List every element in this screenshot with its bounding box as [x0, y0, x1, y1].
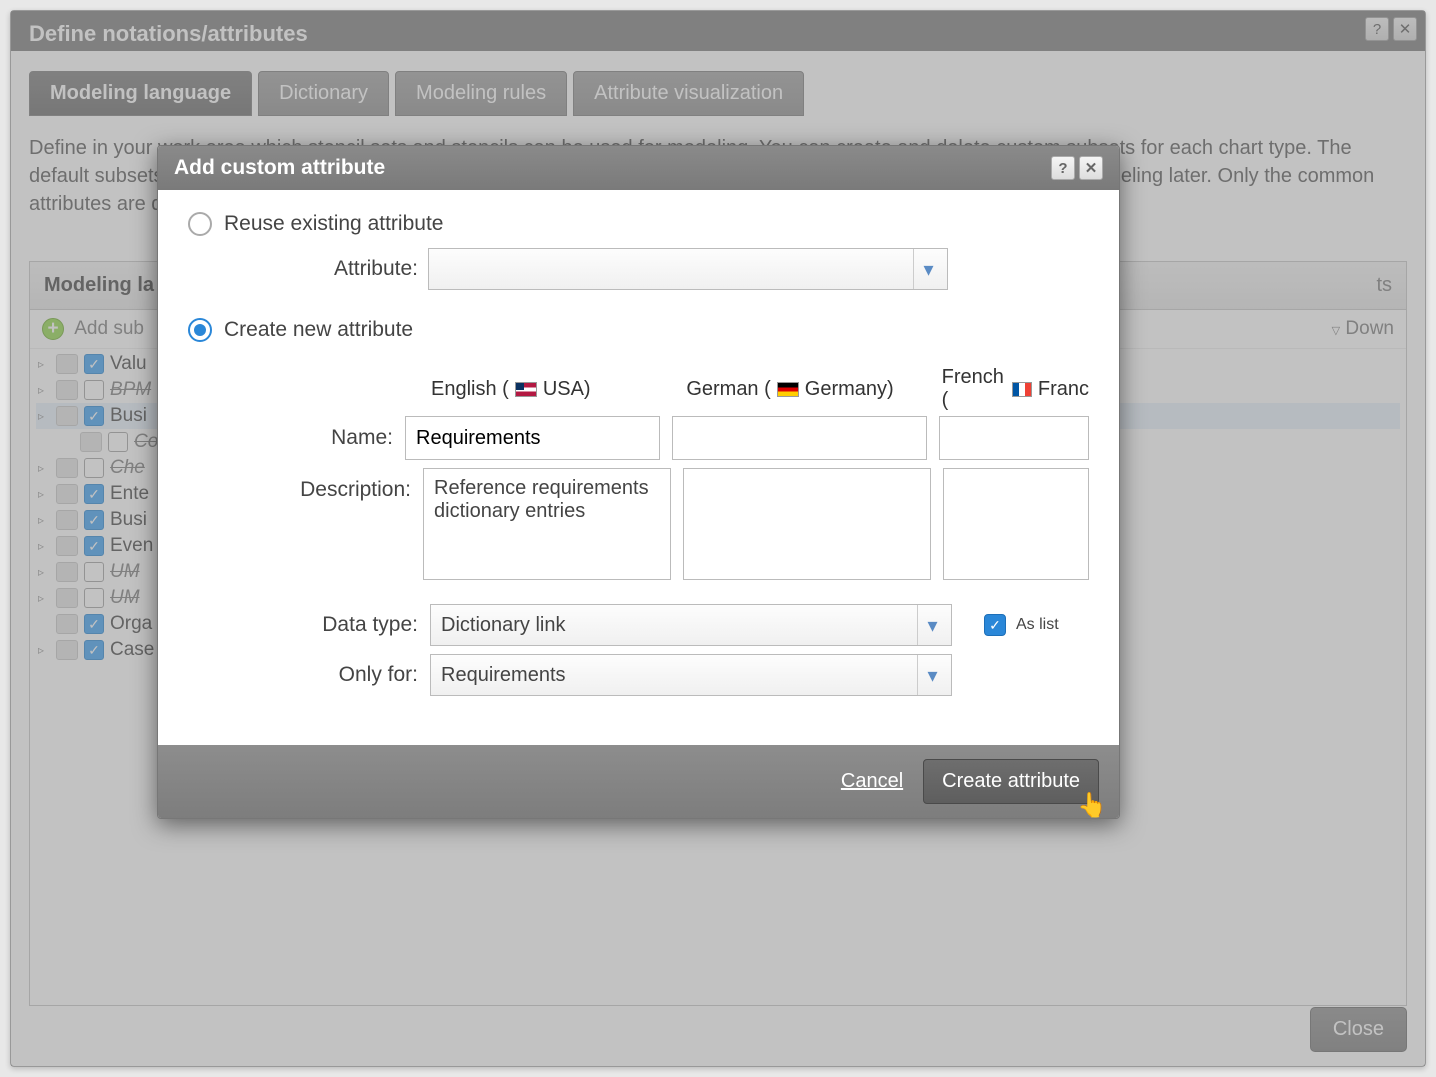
- tree-label: Even: [110, 535, 153, 557]
- stencil-type-icon: [56, 458, 78, 478]
- help-icon[interactable]: ?: [1365, 17, 1389, 41]
- flag-us-icon: [515, 382, 537, 397]
- onlyfor-label: Only for:: [188, 663, 418, 687]
- as-list-label: As list: [1016, 616, 1059, 634]
- tree-checkbox[interactable]: ✓: [84, 354, 104, 374]
- description-input-de[interactable]: [683, 468, 931, 580]
- flag-de-icon: [777, 382, 799, 397]
- stencil-type-icon: [80, 432, 102, 452]
- dropdown-icon: ▾: [913, 249, 943, 289]
- tree-label: Orga: [110, 613, 152, 635]
- create-attribute-button[interactable]: Create attribute: [923, 759, 1099, 804]
- expand-icon: ▹: [38, 461, 50, 475]
- onlyfor-combo[interactable]: Requirements ▾: [430, 654, 952, 696]
- stencil-type-icon: [56, 484, 78, 504]
- description-label: Description:: [188, 468, 411, 502]
- stencil-type-icon: [56, 406, 78, 426]
- tree-label: Case: [110, 639, 154, 661]
- stencil-type-icon: [56, 640, 78, 660]
- stencil-type-icon: [56, 588, 78, 608]
- stencil-type-icon: [56, 562, 78, 582]
- expand-icon: ▹: [38, 487, 50, 501]
- tree-checkbox[interactable]: ✓: [84, 536, 104, 556]
- tree-checkbox[interactable]: [84, 588, 104, 608]
- sort-down[interactable]: ▽ Down: [1332, 318, 1394, 340]
- dropdown-icon: ▾: [917, 655, 947, 695]
- stencil-type-icon: [56, 510, 78, 530]
- radio-create-new[interactable]: [188, 318, 212, 342]
- tab-dictionary[interactable]: Dictionary: [258, 71, 389, 116]
- as-list-checkbox[interactable]: ✓: [984, 614, 1006, 636]
- attribute-label: Attribute:: [188, 257, 418, 281]
- expand-icon: ▹: [38, 591, 50, 605]
- tree-checkbox[interactable]: [84, 562, 104, 582]
- modal-close-icon[interactable]: ✕: [1079, 156, 1103, 180]
- tree-checkbox[interactable]: [108, 432, 128, 452]
- lang-header-fr: French ( Franc: [942, 366, 1089, 412]
- stencil-type-icon: [56, 536, 78, 556]
- name-input-en[interactable]: [405, 416, 660, 460]
- expand-icon: ▹: [38, 539, 50, 553]
- radio-create-new-label: Create new attribute: [224, 318, 413, 342]
- stencil-type-icon: [56, 380, 78, 400]
- cancel-button[interactable]: Cancel: [841, 770, 903, 793]
- plus-icon: +: [42, 318, 64, 340]
- close-button[interactable]: Close: [1310, 1007, 1407, 1052]
- lang-header-de: German ( Germany): [686, 366, 929, 412]
- add-attribute-modal: Add custom attribute ? ✕ Reuse existing …: [157, 145, 1120, 819]
- lang-header-en: English ( USA): [431, 366, 674, 412]
- tree-checkbox[interactable]: ✓: [84, 640, 104, 660]
- flag-fr-icon: [1012, 382, 1031, 397]
- tree-label: BPM: [110, 379, 151, 401]
- description-input-fr[interactable]: [943, 468, 1089, 580]
- tree-checkbox[interactable]: [84, 458, 104, 478]
- tree-label: Busi: [110, 405, 147, 427]
- name-input-de[interactable]: [672, 416, 927, 460]
- modal-help-icon[interactable]: ?: [1051, 156, 1075, 180]
- datatype-combo[interactable]: Dictionary link ▾: [430, 604, 952, 646]
- description-input-en[interactable]: Reference requirements dictionary entrie…: [423, 468, 671, 580]
- expand-icon: ▹: [38, 513, 50, 527]
- tree-checkbox[interactable]: ✓: [84, 614, 104, 634]
- name-label: Name:: [188, 416, 393, 450]
- tree-checkbox[interactable]: ✓: [84, 484, 104, 504]
- tree-label: Ente: [110, 483, 149, 505]
- datatype-label: Data type:: [188, 613, 418, 637]
- tree-label: UM: [110, 561, 140, 583]
- tree-label: Busi: [110, 509, 147, 531]
- expand-icon: ▹: [38, 643, 50, 657]
- tabs: Modeling language Dictionary Modeling ru…: [29, 71, 1407, 116]
- tree-checkbox[interactable]: ✓: [84, 510, 104, 530]
- expand-icon: ▹: [38, 565, 50, 579]
- tree-label: Che: [110, 457, 145, 479]
- tree-checkbox[interactable]: ✓: [84, 406, 104, 426]
- triangle-down-icon: ▽: [1332, 324, 1340, 337]
- expand-icon: ▹: [38, 409, 50, 423]
- attribute-combo[interactable]: ▾: [428, 248, 948, 290]
- tree-label: UM: [110, 587, 140, 609]
- tree-label: Valu: [110, 353, 147, 375]
- modal-title: Add custom attribute: [174, 156, 385, 180]
- tab-modeling-language[interactable]: Modeling language: [29, 71, 252, 116]
- add-subset-button[interactable]: + Add sub: [42, 318, 144, 340]
- tab-modeling-rules[interactable]: Modeling rules: [395, 71, 567, 116]
- stencil-type-icon: [56, 614, 78, 634]
- radio-reuse-existing-label: Reuse existing attribute: [224, 212, 443, 236]
- radio-reuse-existing[interactable]: [188, 212, 212, 236]
- dropdown-icon: ▾: [917, 605, 947, 645]
- tree-checkbox[interactable]: [84, 380, 104, 400]
- bg-window-title: Define notations/attributes: [11, 11, 1425, 57]
- name-input-fr[interactable]: [939, 416, 1089, 460]
- close-icon[interactable]: ✕: [1393, 17, 1417, 41]
- stencil-type-icon: [56, 354, 78, 374]
- expand-icon: ▹: [38, 383, 50, 397]
- tab-attribute-visualization[interactable]: Attribute visualization: [573, 71, 804, 116]
- expand-icon: ▹: [38, 357, 50, 371]
